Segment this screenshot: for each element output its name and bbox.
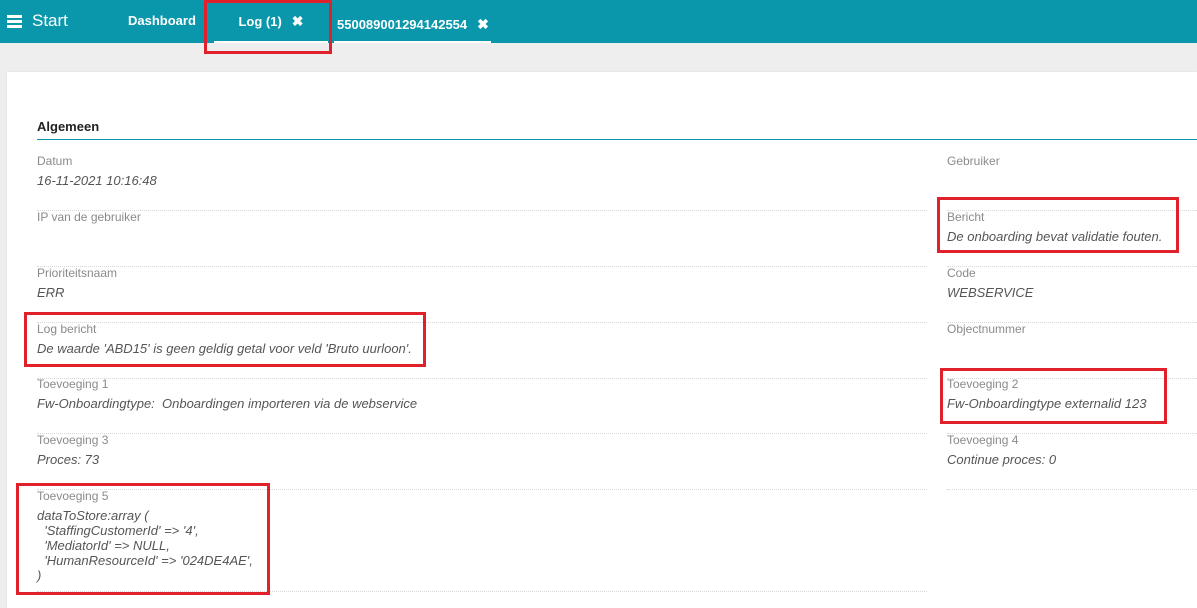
- top-navigation-bar: Start Dashboard Log (1) ✖ 55008900129414…: [0, 0, 1197, 43]
- field-value: Continue proces: 0: [947, 452, 1057, 467]
- start-label: Start: [32, 11, 68, 30]
- field-log-bericht: Log bericht De waarde 'ABD15' is geen ge…: [37, 322, 927, 379]
- field-label: Gebruiker: [947, 154, 1000, 168]
- field-code: Code WEBSERVICE: [947, 266, 1197, 323]
- field-label: Datum: [37, 154, 73, 168]
- field-label: Toevoeging 3: [37, 433, 109, 447]
- field-label: Toevoeging 4: [947, 433, 1019, 447]
- section-divider: [37, 139, 1197, 140]
- field-bericht: Bericht De onboarding bevat validatie fo…: [947, 210, 1197, 267]
- field-label: IP van de gebruiker: [37, 210, 141, 224]
- field-label: Code: [947, 266, 976, 280]
- field-value: Fw-Onboardingtype externalid 123: [947, 396, 1147, 411]
- field-label: Toevoeging 5: [37, 489, 109, 503]
- field-label: Prioriteitsnaam: [37, 266, 118, 280]
- field-ip: IP van de gebruiker: [37, 210, 927, 267]
- hamburger-menu-icon: [7, 15, 22, 28]
- field-toevoeging-1: Toevoeging 1 Fw-Onboardingtype: Onboardi…: [37, 377, 927, 434]
- field-toevoeging-5: Toevoeging 5 dataToStore:array ( 'Staffi…: [37, 489, 927, 592]
- tab-record-label: 550089001294142554: [337, 16, 468, 32]
- tab-log[interactable]: Log (1) ✖: [214, 0, 328, 43]
- tab-dashboard-label: Dashboard: [128, 13, 196, 28]
- start-menu-button[interactable]: Start: [7, 10, 68, 32]
- field-toevoeging-3: Toevoeging 3 Proces: 73: [37, 433, 927, 490]
- field-label: Toevoeging 2: [947, 377, 1019, 391]
- field-label: Objectnummer: [947, 322, 1026, 336]
- field-value: Fw-Onboardingtype: Onboardingen importer…: [37, 396, 418, 411]
- field-value: dataToStore:array ( 'StaffingCustomerId'…: [37, 508, 253, 583]
- field-label: Toevoeging 1: [37, 377, 109, 391]
- field-label: Bericht: [947, 210, 985, 224]
- field-objectnummer: Objectnummer: [947, 322, 1197, 379]
- field-value: De onboarding bevat validatie fouten.: [947, 229, 1163, 244]
- field-label: Log bericht: [37, 322, 97, 336]
- field-value: Proces: 73: [37, 452, 100, 467]
- close-tab-log-icon[interactable]: ✖: [292, 13, 304, 30]
- field-datum: Datum 16-11-2021 10:16:48: [37, 154, 927, 211]
- section-title: Algemeen: [37, 119, 100, 134]
- field-value: ERR: [37, 285, 65, 300]
- close-tab-record-icon[interactable]: ✖: [477, 16, 489, 33]
- field-prioriteitsnaam: Prioriteitsnaam ERR: [37, 266, 927, 323]
- tab-record[interactable]: 550089001294142554 ✖: [334, 5, 491, 43]
- field-value: 16-11-2021 10:16:48: [37, 173, 157, 188]
- field-value: De waarde 'ABD15' is geen geldig getal v…: [37, 341, 412, 356]
- tab-log-label: Log (1): [238, 14, 282, 29]
- field-gebruiker: Gebruiker: [947, 154, 1197, 211]
- tab-dashboard[interactable]: Dashboard: [128, 0, 196, 42]
- field-toevoeging-2: Toevoeging 2 Fw-Onboardingtype externali…: [947, 377, 1197, 434]
- log-detail-panel: Algemeen Datum 16-11-2021 10:16:48 Gebru…: [7, 72, 1197, 608]
- field-toevoeging-4: Toevoeging 4 Continue proces: 0: [947, 433, 1197, 490]
- field-value: WEBSERVICE: [947, 285, 1034, 300]
